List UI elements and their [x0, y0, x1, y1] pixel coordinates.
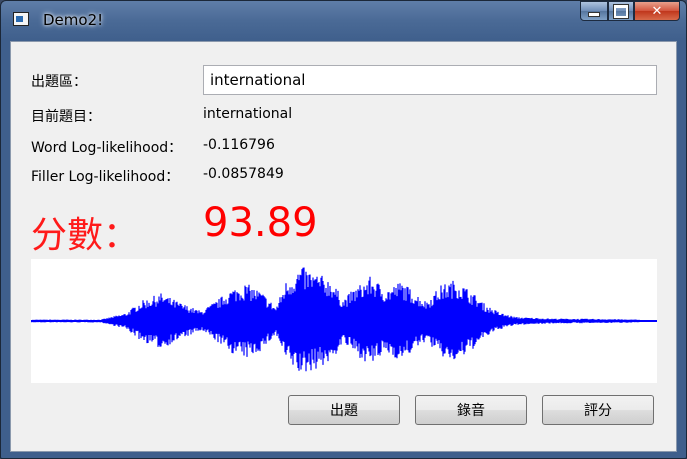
- record-button[interactable]: 錄音: [415, 395, 527, 425]
- minimize-button[interactable]: [580, 1, 608, 21]
- close-icon: ✕: [651, 3, 663, 19]
- question-label: 出題區：: [31, 74, 87, 90]
- word-ll-label: Word Log-likelihood：: [31, 140, 183, 156]
- maximize-button[interactable]: [608, 1, 634, 21]
- app-window-icon: [13, 12, 29, 26]
- waveform-trace: [31, 267, 657, 372]
- maximize-icon: [613, 3, 629, 19]
- question-button[interactable]: 出題: [288, 395, 400, 425]
- client-area: 出題區： 目前題目： international Word Log-likeli…: [10, 41, 677, 452]
- app-window: Demo2! ✕ 出題區： 目前題目： international Word L…: [0, 0, 687, 459]
- close-button[interactable]: ✕: [634, 1, 680, 21]
- current-question-value: international: [203, 106, 293, 122]
- word-ll-value: -0.116796: [203, 137, 275, 153]
- score-value: 93.89: [203, 200, 318, 246]
- window-title: Demo2!: [43, 11, 104, 29]
- question-input[interactable]: [203, 65, 657, 95]
- title-bar[interactable]: Demo2! ✕: [1, 1, 686, 41]
- evaluate-button[interactable]: 評分: [542, 395, 654, 425]
- filler-ll-label: Filler Log-likelihood：: [31, 169, 180, 185]
- score-label: 分數：: [31, 215, 140, 256]
- filler-ll-value: -0.0857849: [203, 166, 284, 182]
- caption-buttons: ✕: [580, 1, 680, 23]
- waveform-plot: [31, 267, 657, 372]
- current-question-label: 目前題目：: [31, 109, 101, 125]
- waveform-panel: [31, 259, 657, 383]
- minimize-icon: [588, 11, 600, 17]
